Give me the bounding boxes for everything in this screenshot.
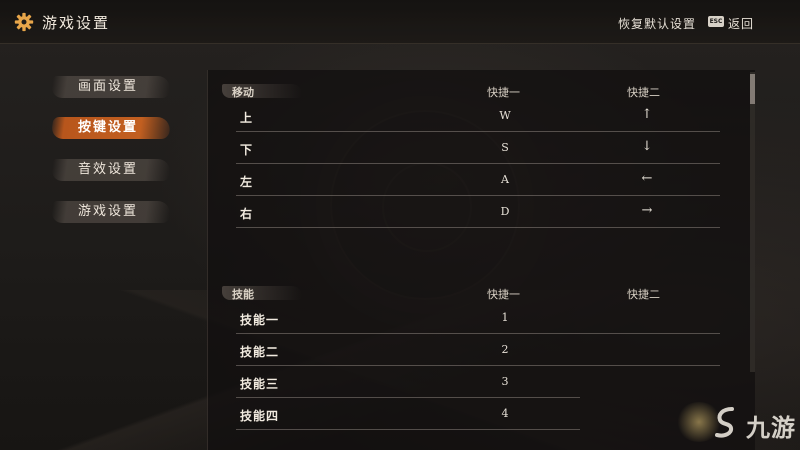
key-primary[interactable]: 1	[490, 311, 520, 324]
watermark: 九游	[676, 398, 800, 450]
action-name: 右	[240, 207, 254, 221]
key-secondary[interactable]: ←	[632, 171, 662, 186]
menu-item-label: 音效设置	[78, 162, 139, 177]
column-header-secondary: 快捷二	[627, 288, 660, 301]
column-header-primary: 快捷一	[487, 86, 520, 99]
key-primary[interactable]: 3	[490, 375, 520, 388]
key-primary[interactable]: 2	[490, 343, 520, 356]
menu-item-label: 游戏设置	[78, 204, 139, 219]
table-row: 技能二 2	[236, 334, 720, 366]
action-name: 技能三	[240, 377, 280, 391]
gear-icon	[14, 12, 34, 32]
table-row: 下 S ↓	[236, 132, 720, 164]
action-name: 下	[240, 143, 254, 157]
action-name: 左	[240, 175, 254, 189]
section-category: 移动	[232, 86, 254, 99]
menu-item-display[interactable]: 画面设置	[50, 74, 172, 100]
table-row: 左 A ←	[236, 164, 720, 196]
watermark-logo-icon	[715, 407, 734, 438]
key-primary[interactable]: A	[490, 173, 520, 186]
watermark-text: 九游	[746, 414, 796, 442]
section-header-movement: 移动 快捷一 快捷二	[222, 83, 722, 101]
table-row: 技能三 3	[236, 366, 580, 398]
header-bar: 游戏设置 恢复默认设置 ESC 返回	[0, 0, 800, 44]
column-header-secondary: 快捷二	[627, 86, 660, 99]
back-button[interactable]: 返回	[728, 15, 754, 32]
menu-item-game[interactable]: 游戏设置	[50, 199, 172, 225]
column-header-primary: 快捷一	[487, 288, 520, 301]
scrollbar-track[interactable]	[750, 72, 755, 372]
action-name: 技能四	[240, 409, 280, 423]
key-primary[interactable]: W	[490, 109, 520, 122]
menu-item-label: 按键设置	[78, 120, 139, 135]
key-primary[interactable]: D	[490, 205, 520, 218]
key-primary[interactable]: S	[490, 141, 520, 154]
table-row: 技能四 4	[236, 398, 580, 430]
action-name: 上	[240, 111, 254, 125]
key-secondary[interactable]: ↓	[632, 139, 662, 154]
page-title: 游戏设置	[42, 14, 111, 32]
action-name: 技能一	[240, 313, 280, 327]
table-row: 右 D →	[236, 196, 720, 228]
key-secondary[interactable]: →	[632, 203, 662, 218]
key-primary[interactable]: 4	[490, 407, 520, 420]
table-row: 上 W ↑	[236, 100, 720, 132]
table-row: 技能一 1	[236, 302, 720, 334]
action-name: 技能二	[240, 345, 280, 359]
menu-item-keybind[interactable]: 按键设置	[50, 115, 172, 141]
menu-item-audio[interactable]: 音效设置	[50, 157, 172, 183]
esc-key-icon: ESC	[708, 16, 724, 27]
section-header-skills: 技能 快捷一 快捷二	[222, 285, 722, 303]
key-secondary[interactable]: ↑	[632, 107, 662, 122]
scrollbar-thumb[interactable]	[750, 74, 755, 104]
restore-defaults-button[interactable]: 恢复默认设置	[618, 15, 696, 32]
menu-item-label: 画面设置	[78, 79, 139, 94]
section-category: 技能	[232, 288, 254, 301]
